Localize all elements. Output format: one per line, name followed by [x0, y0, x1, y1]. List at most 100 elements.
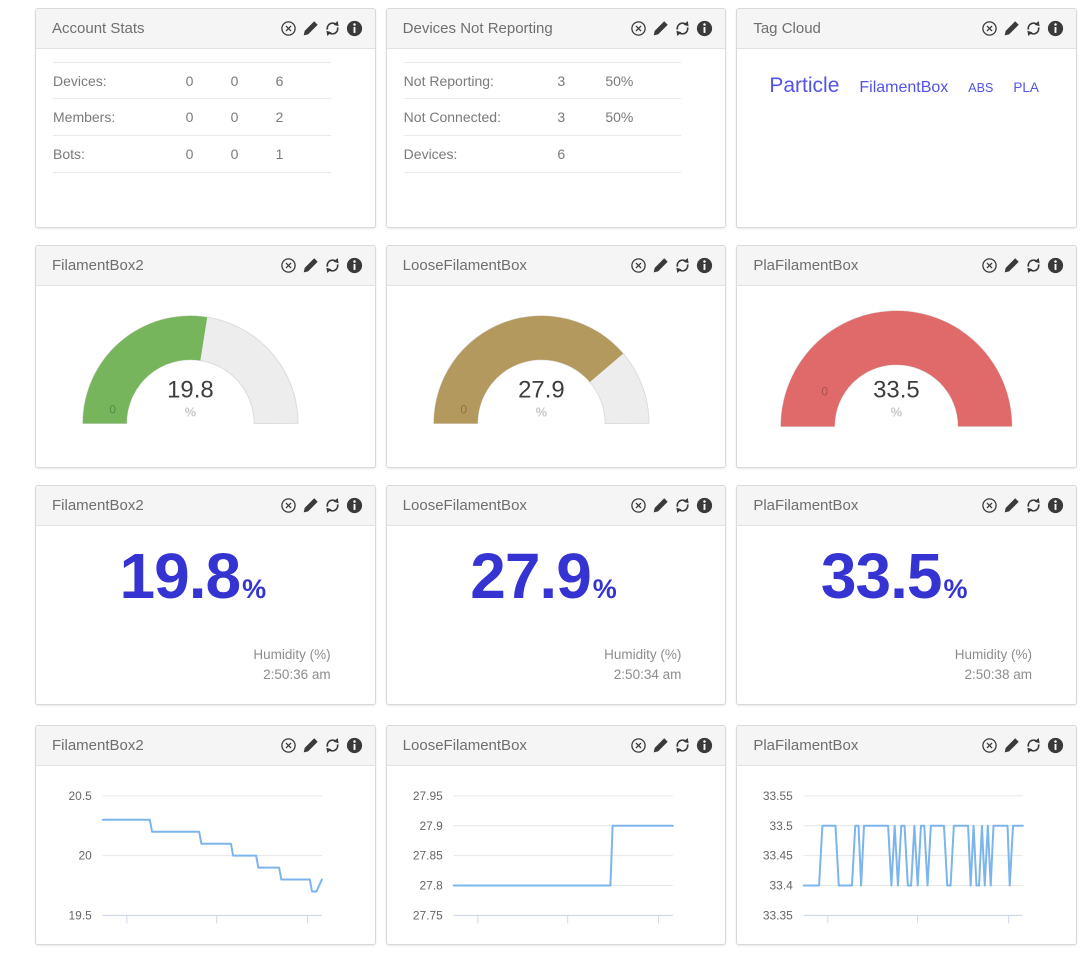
refresh-widget-icon[interactable] — [674, 737, 691, 754]
remove-widget-icon[interactable] — [630, 257, 647, 274]
metric-label: Humidity (%) — [955, 645, 1032, 665]
edit-widget-icon[interactable] — [302, 737, 319, 754]
widget-body: 33.5%0 — [737, 286, 1076, 467]
widget-actions — [630, 20, 713, 37]
row-label: Not Reporting: — [404, 73, 558, 89]
svg-text:0: 0 — [822, 385, 829, 399]
remove-widget-icon[interactable] — [630, 20, 647, 37]
stats-table: Not Reporting: 3 50% Not Connected: 3 50… — [404, 62, 682, 173]
metric-display: 19.8% — [36, 526, 375, 611]
row-value: 0 — [231, 109, 276, 125]
remove-widget-icon[interactable] — [280, 737, 297, 754]
row-value: 0 — [186, 146, 231, 162]
refresh-widget-icon[interactable] — [1025, 497, 1042, 514]
edit-widget-icon[interactable] — [302, 257, 319, 274]
remove-widget-icon[interactable] — [280, 497, 297, 514]
refresh-widget-icon[interactable] — [324, 737, 341, 754]
info-widget-icon[interactable] — [346, 737, 363, 754]
widget-actions — [981, 257, 1064, 274]
remove-widget-icon[interactable] — [981, 497, 998, 514]
widget-body: 27.9%0 — [387, 286, 726, 467]
remove-widget-icon[interactable] — [981, 737, 998, 754]
refresh-widget-icon[interactable] — [674, 257, 691, 274]
remove-widget-icon[interactable] — [981, 257, 998, 274]
svg-text:27.85: 27.85 — [413, 849, 443, 863]
tag-item[interactable]: Particle — [769, 74, 839, 98]
refresh-widget-icon[interactable] — [1025, 20, 1042, 37]
svg-text:19.8: 19.8 — [167, 377, 214, 404]
edit-widget-icon[interactable] — [1003, 20, 1020, 37]
edit-widget-icon[interactable] — [652, 497, 669, 514]
widget-header: LooseFilamentBox — [387, 246, 726, 286]
widget-actions — [280, 497, 363, 514]
info-widget-icon[interactable] — [1047, 257, 1064, 274]
widget-title: Account Stats — [52, 20, 280, 37]
table-row: Not Reporting: 3 50% — [404, 62, 682, 99]
svg-text:0: 0 — [460, 402, 467, 416]
edit-widget-icon[interactable] — [652, 257, 669, 274]
edit-widget-icon[interactable] — [652, 20, 669, 37]
remove-widget-icon[interactable] — [630, 497, 647, 514]
edit-widget-icon[interactable] — [1003, 497, 1020, 514]
line-chart: 27.7527.827.8527.927.95 — [387, 766, 726, 945]
edit-widget-icon[interactable] — [652, 737, 669, 754]
info-widget-icon[interactable] — [346, 20, 363, 37]
refresh-widget-icon[interactable] — [324, 20, 341, 37]
row-label: Bots: — [53, 146, 186, 162]
remove-widget-icon[interactable] — [280, 20, 297, 37]
remove-widget-icon[interactable] — [981, 20, 998, 37]
info-widget-icon[interactable] — [696, 737, 713, 754]
refresh-widget-icon[interactable] — [324, 257, 341, 274]
svg-text:27.8: 27.8 — [419, 879, 443, 893]
tag-item[interactable]: PLA — [1013, 80, 1039, 95]
refresh-widget-icon[interactable] — [1025, 257, 1042, 274]
widget-title: Tag Cloud — [753, 20, 981, 37]
gauge-chart: 33.5%0 — [737, 286, 1076, 467]
metric-display: 27.9% — [387, 526, 726, 611]
edit-widget-icon[interactable] — [1003, 737, 1020, 754]
refresh-widget-icon[interactable] — [324, 497, 341, 514]
row-label: Devices: — [404, 146, 558, 162]
widget-actions — [981, 497, 1064, 514]
refresh-widget-icon[interactable] — [674, 20, 691, 37]
widget-actions — [280, 737, 363, 754]
widget-header: LooseFilamentBox — [387, 486, 726, 526]
info-widget-icon[interactable] — [696, 257, 713, 274]
tag-item[interactable]: ABS — [968, 81, 993, 95]
remove-widget-icon[interactable] — [280, 257, 297, 274]
remove-widget-icon[interactable] — [630, 737, 647, 754]
info-widget-icon[interactable] — [346, 497, 363, 514]
table-row: Bots: 0 0 1 — [53, 136, 331, 173]
info-widget-icon[interactable] — [346, 257, 363, 274]
refresh-widget-icon[interactable] — [674, 497, 691, 514]
widget-header: Account Stats — [36, 9, 375, 49]
metric-label: Humidity (%) — [253, 645, 330, 665]
info-widget-icon[interactable] — [696, 20, 713, 37]
info-widget-icon[interactable] — [696, 497, 713, 514]
edit-widget-icon[interactable] — [1003, 257, 1020, 274]
metric-meta: Humidity (%) 2:50:38 am — [955, 645, 1032, 685]
widget-account-stats: Account Stats Devices: 0 0 6 Members: 0 … — [35, 8, 376, 228]
metric-value: 19.8 — [120, 540, 241, 612]
table-row: Members: 0 0 2 — [53, 99, 331, 136]
widget-gauge-loosefilamentbox: LooseFilamentBox 27.9%0 — [386, 245, 727, 468]
svg-text:27.75: 27.75 — [413, 908, 443, 922]
widget-body: Devices: 0 0 6 Members: 0 0 2 Bots: 0 — [36, 49, 375, 227]
edit-widget-icon[interactable] — [302, 497, 319, 514]
svg-text:33.4: 33.4 — [770, 879, 794, 893]
refresh-widget-icon[interactable] — [1025, 737, 1042, 754]
tag-item[interactable]: FilamentBox — [859, 79, 948, 97]
tag-cloud: Particle FilamentBox ABS PLA — [737, 49, 1076, 98]
info-widget-icon[interactable] — [1047, 20, 1064, 37]
info-widget-icon[interactable] — [1047, 497, 1064, 514]
svg-text:33.45: 33.45 — [763, 849, 793, 863]
row-value: 0 — [186, 109, 231, 125]
widget-body: Not Reporting: 3 50% Not Connected: 3 50… — [387, 49, 726, 227]
widget-tag-cloud: Tag Cloud Particle FilamentBox ABS PLA — [736, 8, 1077, 228]
edit-widget-icon[interactable] — [302, 20, 319, 37]
info-widget-icon[interactable] — [1047, 737, 1064, 754]
widget-actions — [981, 737, 1064, 754]
widget-number-plafilamentbox: PlaFilamentBox 33.5% Humidity (%) 2:50:3… — [736, 485, 1077, 705]
row-value: 6 — [557, 146, 605, 162]
widget-chart-loosefilamentbox: LooseFilamentBox 27.7527.827.8527.927.95 — [386, 725, 727, 945]
